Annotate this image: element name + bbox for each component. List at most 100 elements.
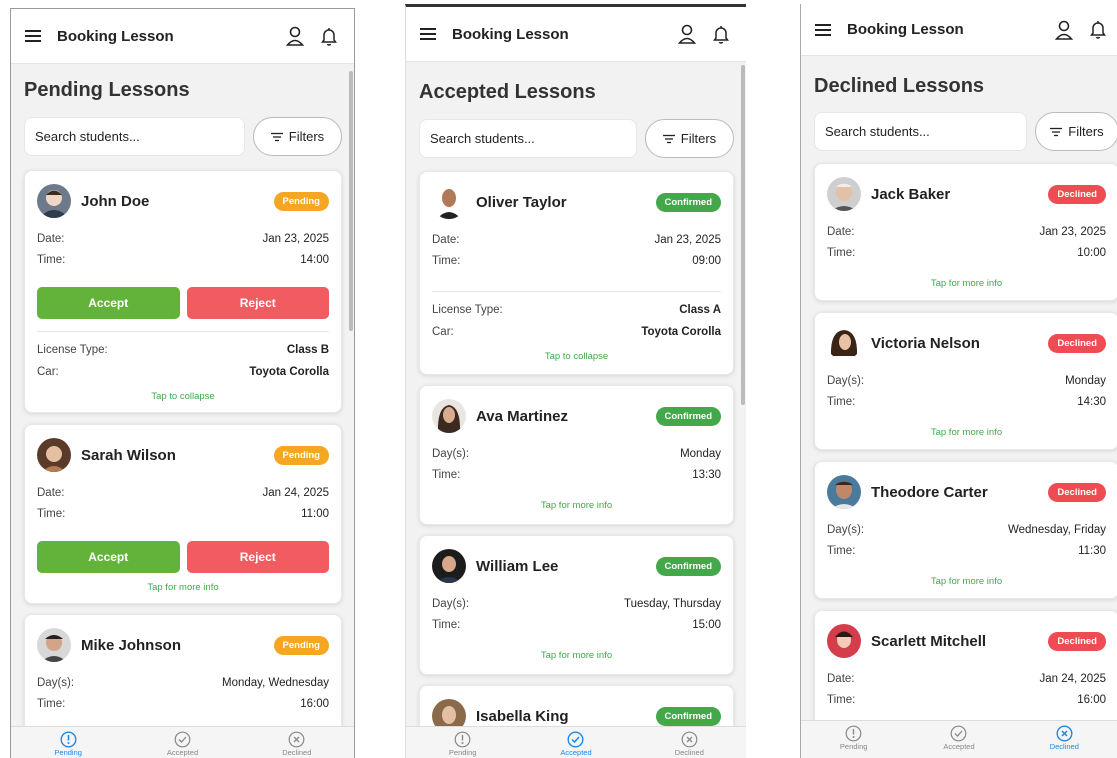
profile-icon[interactable]	[676, 23, 698, 45]
menu-icon[interactable]	[815, 23, 831, 36]
lesson-card[interactable]: Ava Martinez Confirmed Day(s): Monday Tim…	[419, 385, 734, 525]
menu-icon[interactable]	[25, 30, 41, 42]
lesson-card[interactable]: William Lee Confirmed Day(s): Tuesday, Th…	[419, 535, 734, 675]
days-value: Wednesday, Friday	[1007, 524, 1106, 536]
status-badge: Pending	[273, 635, 329, 655]
time-label: Time:	[432, 469, 461, 481]
days-value: Tuesday, Thursday	[624, 598, 721, 610]
status-badge: Declined	[1048, 333, 1106, 353]
bottom-nav: Pending Accepted Declined	[406, 726, 746, 758]
lesson-card[interactable]: Oliver Taylor Confirmed Date: Jan 23, 202…	[419, 171, 734, 375]
days-label: Day(s):	[37, 677, 75, 689]
reject-button[interactable]: Reject	[186, 287, 329, 319]
page-title: Pending Lessons	[24, 79, 190, 101]
filter-icon	[662, 134, 675, 143]
tap-to-collapse[interactable]: Tap to collapse	[420, 351, 733, 362]
lesson-card[interactable]: Isabella King Confirmed	[419, 685, 734, 726]
tap-for-more-info[interactable]: Tap for more info	[815, 278, 1117, 289]
bell-icon[interactable]	[1087, 19, 1109, 41]
date-label: Date:	[37, 233, 65, 245]
date-value: Jan 24, 2025	[1039, 673, 1106, 685]
student-name: Scarlett Mitchell	[871, 632, 987, 650]
tap-for-more-info[interactable]: Tap for more info	[25, 582, 341, 593]
nav-accepted[interactable]: Accepted	[906, 721, 1011, 758]
tap-for-more-info[interactable]: Tap for more info	[815, 576, 1117, 587]
app-bar: Booking Lesson	[11, 9, 354, 64]
lesson-card[interactable]: Jack Baker Declined Date: Jan 23, 2025 Ti…	[814, 163, 1117, 301]
nav-accepted[interactable]: Accepted	[125, 727, 239, 758]
nav-pending[interactable]: Pending	[801, 721, 906, 758]
days-label: Day(s):	[827, 375, 865, 387]
time-label: Time:	[37, 508, 66, 520]
search-input[interactable]: Search students...	[814, 112, 1027, 151]
profile-icon[interactable]	[284, 25, 306, 47]
date-label: Date:	[827, 673, 855, 685]
accept-button[interactable]: Accept	[37, 541, 180, 573]
divider	[432, 291, 721, 292]
x-circle-icon	[288, 731, 305, 748]
profile-icon[interactable]	[1053, 19, 1075, 41]
lesson-card[interactable]: Victoria Nelson Declined Day(s): Monday T…	[814, 312, 1117, 450]
nav-declined[interactable]: Declined	[1012, 721, 1117, 758]
lesson-card[interactable]: John Doe Pending Date: Jan 23, 2025 Time:…	[24, 170, 342, 413]
nav-accepted-label: Accepted	[943, 742, 975, 751]
lesson-card[interactable]: Scarlett Mitchell Declined Date: Jan 24, …	[814, 610, 1117, 726]
tap-for-more-info[interactable]: Tap for more info	[815, 427, 1117, 438]
page-title: Accepted Lessons	[419, 81, 596, 103]
nav-pending[interactable]: Pending	[11, 727, 125, 758]
alert-circle-icon	[454, 731, 471, 748]
menu-icon[interactable]	[420, 28, 436, 40]
page-title: Declined Lessons	[814, 75, 985, 97]
nav-pending-label: Pending	[448, 748, 477, 757]
bell-icon[interactable]	[710, 23, 732, 45]
reject-button[interactable]: Reject	[186, 541, 329, 573]
avatar	[432, 185, 466, 219]
avatar	[827, 177, 861, 211]
days-value: Monday, Wednesday	[222, 677, 329, 689]
time-value: 10:00	[1077, 247, 1106, 259]
days-label: Day(s):	[827, 524, 865, 536]
avatar	[37, 438, 71, 472]
x-circle-icon	[1056, 725, 1073, 742]
lesson-card[interactable]: Theodore Carter Declined Day(s): Wednesda…	[814, 461, 1117, 599]
student-name: Isabella King	[476, 707, 569, 725]
time-value: 15:00	[692, 619, 721, 631]
license-value: Class A	[679, 304, 721, 316]
time-label: Time:	[827, 396, 856, 408]
time-label: Time:	[432, 619, 461, 631]
nav-declined[interactable]: Declined	[633, 727, 746, 758]
avatar	[37, 184, 71, 218]
time-label: Time:	[827, 694, 856, 706]
filters-label: Filters	[288, 129, 325, 144]
nav-pending[interactable]: Pending	[406, 727, 519, 758]
status-badge: Confirmed	[655, 556, 721, 576]
student-name: Sarah Wilson	[81, 446, 176, 464]
lesson-card[interactable]: Sarah Wilson Pending Date: Jan 24, 2025 T…	[24, 424, 342, 604]
time-label: Time:	[37, 254, 66, 266]
car-value: Toyota Corolla	[641, 326, 721, 338]
status-badge: Pending	[273, 445, 329, 465]
filters-button[interactable]: Filters	[645, 119, 734, 158]
bell-icon[interactable]	[318, 25, 340, 47]
nav-accepted[interactable]: Accepted	[519, 727, 632, 758]
tap-to-collapse[interactable]: Tap to collapse	[25, 391, 341, 402]
tap-for-more-info[interactable]: Tap for more info	[420, 650, 733, 661]
tap-for-more-info[interactable]: Tap for more info	[420, 500, 733, 511]
filters-label: Filters	[680, 131, 717, 146]
accept-button[interactable]: Accept	[37, 287, 180, 319]
nav-declined[interactable]: Declined	[240, 727, 354, 758]
filters-button[interactable]: Filters	[1035, 112, 1117, 151]
time-value: 09:00	[692, 255, 721, 267]
search-input[interactable]: Search students...	[419, 119, 637, 158]
lesson-card[interactable]: Mike Johnson Pending Day(s): Monday, Wedn…	[24, 614, 342, 726]
alert-circle-icon	[60, 731, 77, 748]
days-value: Monday	[680, 448, 721, 460]
student-name: William Lee	[476, 557, 559, 575]
license-label: License Type:	[432, 304, 503, 316]
check-circle-icon	[174, 731, 191, 748]
days-label: Day(s):	[432, 598, 470, 610]
date-value: Jan 23, 2025	[262, 233, 329, 245]
search-input[interactable]: Search students...	[24, 117, 245, 156]
filter-icon	[1050, 127, 1063, 136]
filters-button[interactable]: Filters	[253, 117, 342, 156]
